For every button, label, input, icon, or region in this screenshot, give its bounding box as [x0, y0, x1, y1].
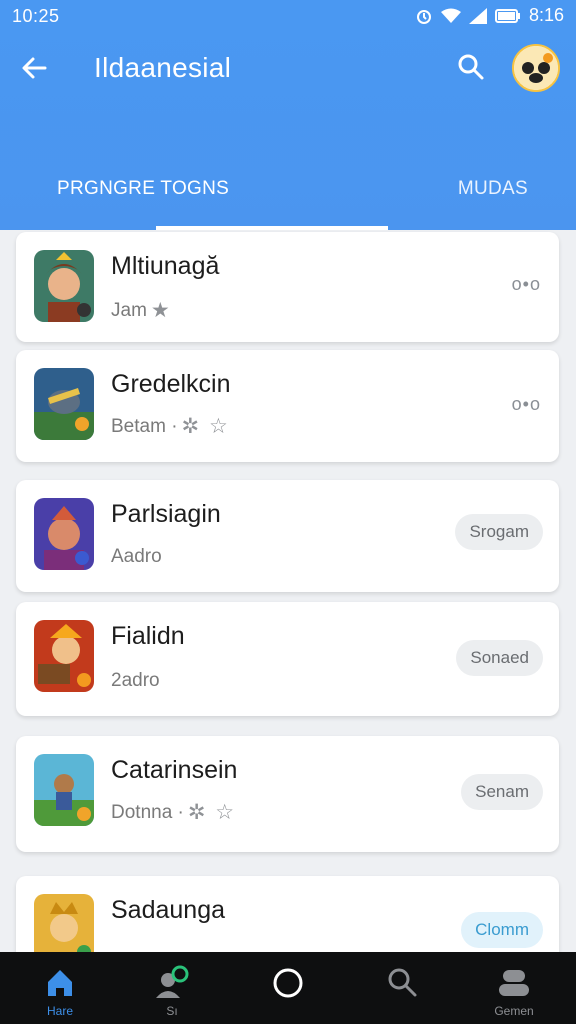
star-rating: ✲ ☆	[181, 415, 230, 438]
item-subtitle-text: Aadro	[111, 546, 162, 567]
list-item[interactable]: Fialidn 2adro Sonaed	[16, 602, 559, 716]
game-icon	[34, 498, 94, 570]
status-bar: 10:25 8:16	[0, 0, 576, 30]
item-title: Gredelkcin	[111, 370, 231, 398]
item-subtitle-text: Betam ·	[111, 415, 178, 437]
action-button[interactable]: Srogam	[455, 514, 543, 550]
status-icons: 8:16	[415, 5, 564, 26]
search-icon	[458, 54, 484, 80]
download-toggle[interactable]: o•o	[512, 394, 541, 415]
game-icon	[34, 754, 94, 826]
search-button[interactable]	[456, 52, 488, 84]
profile-sync-icon	[156, 965, 189, 998]
arrow-left-icon	[22, 57, 47, 79]
item-title: Sadaunga	[111, 896, 226, 924]
status-time: 10:25	[12, 6, 60, 26]
item-subtitle-text: Dotnna ·	[111, 801, 184, 823]
list-item[interactable]: Gredelkcin Betam · ✲ ☆ o•o	[16, 350, 559, 462]
app-list: Mltiunagă Jam ★ o•o Gredelkcin Betam · ✲…	[0, 230, 576, 952]
nav-profile[interactable]: Sı	[132, 960, 212, 1018]
action-button[interactable]: Senam	[461, 774, 543, 810]
game-icon	[34, 368, 94, 440]
nav-account-label: Gemen	[494, 1004, 534, 1018]
tab-bar: PRGNGRE TOGNS MUDAS	[0, 170, 576, 230]
wifi-icon	[440, 8, 461, 23]
nav-home-circle[interactable]	[248, 960, 328, 1003]
home-circle-icon	[273, 968, 303, 998]
status-clock: 8:16	[528, 5, 564, 25]
account-icon	[499, 970, 529, 996]
nav-account[interactable]: Gemen	[474, 960, 554, 1018]
game-icon	[34, 250, 94, 322]
item-subtitle: Dotnna · ✲ ☆	[111, 800, 236, 825]
action-button[interactable]: Clomm	[461, 912, 543, 948]
action-button[interactable]: Sonaed	[456, 640, 543, 676]
page-title: Ildaanesial	[94, 52, 232, 83]
toolbar: Ildaanesial	[0, 40, 576, 100]
signal-icon	[468, 7, 487, 24]
nav-home-label: Hare	[46, 1004, 73, 1018]
nav-search[interactable]	[362, 960, 442, 1001]
list-item[interactable]: Mltiunagă Jam ★ o•o	[16, 232, 559, 342]
nav-home[interactable]: Hare	[20, 960, 100, 1018]
star-rating: ✲ ☆	[187, 801, 237, 824]
item-subtitle: Betam · ✲ ☆	[111, 414, 230, 439]
item-subtitle-text: Jam	[111, 299, 147, 321]
item-title: Fialidn	[111, 622, 185, 650]
game-icon	[34, 620, 94, 692]
alarm-icon	[416, 9, 431, 24]
avatar[interactable]	[512, 44, 560, 92]
item-subtitle: Aadro	[111, 546, 162, 568]
list-item[interactable]: Parlsiagin Aadro Srogam	[16, 480, 559, 592]
download-toggle[interactable]: o•o	[512, 274, 541, 295]
search-icon	[388, 968, 417, 997]
item-subtitle: Jam ★	[111, 298, 172, 323]
back-button[interactable]	[16, 50, 52, 86]
battery-icon	[494, 8, 520, 23]
item-title: Mltiunagă	[111, 252, 220, 280]
bottom-navigation: Hare Sı Gemen	[0, 952, 576, 1024]
item-subtitle: 2adro	[111, 670, 160, 692]
nav-profile-label: Sı	[166, 1004, 178, 1018]
app-bar: 10:25 8:16 Ildaanesial PRGNGRE TOGNS MUD…	[0, 0, 576, 230]
item-subtitle-text: 2adro	[111, 670, 160, 691]
item-title: Catarinsein	[111, 756, 238, 784]
game-icon	[34, 894, 94, 952]
home-icon	[48, 970, 72, 996]
tab-programs[interactable]: PRGNGRE TOGNS	[57, 178, 229, 200]
item-title: Parlsiagin	[111, 500, 221, 528]
tab-mudas[interactable]: MUDAS	[458, 178, 528, 200]
avatar-character-icon	[514, 46, 558, 90]
list-item[interactable]: Catarinsein Dotnna · ✲ ☆ Senam	[16, 736, 559, 852]
star-rating: ★	[150, 299, 172, 322]
list-item[interactable]: Sadaunga Clomm	[16, 876, 559, 952]
